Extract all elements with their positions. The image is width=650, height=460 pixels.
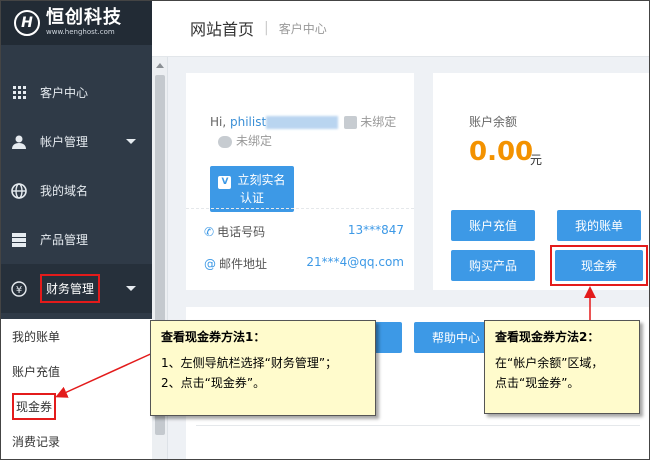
callout-line: 2、点击“现金券”。 — [161, 376, 266, 390]
callout-line: 点击“现金券”。 — [495, 376, 580, 390]
callout-method-2: 查看现金券方法2： 在“帐户余额”区域， 点击“现金券”。 — [484, 320, 640, 414]
arrow-to-submenu — [55, 351, 156, 398]
callout-title: 查看现金券方法2： — [495, 330, 600, 344]
callout-method-1: 查看现金券方法1： 1、左侧导航栏选择“财务管理”； 2、点击“现金券”。 — [150, 320, 376, 416]
callout-line: 在“帐户余额”区域， — [495, 356, 604, 370]
callout-title: 查看现金券方法1： — [161, 330, 266, 344]
callout-line: 1、左侧导航栏选择“财务管理”； — [161, 356, 338, 370]
